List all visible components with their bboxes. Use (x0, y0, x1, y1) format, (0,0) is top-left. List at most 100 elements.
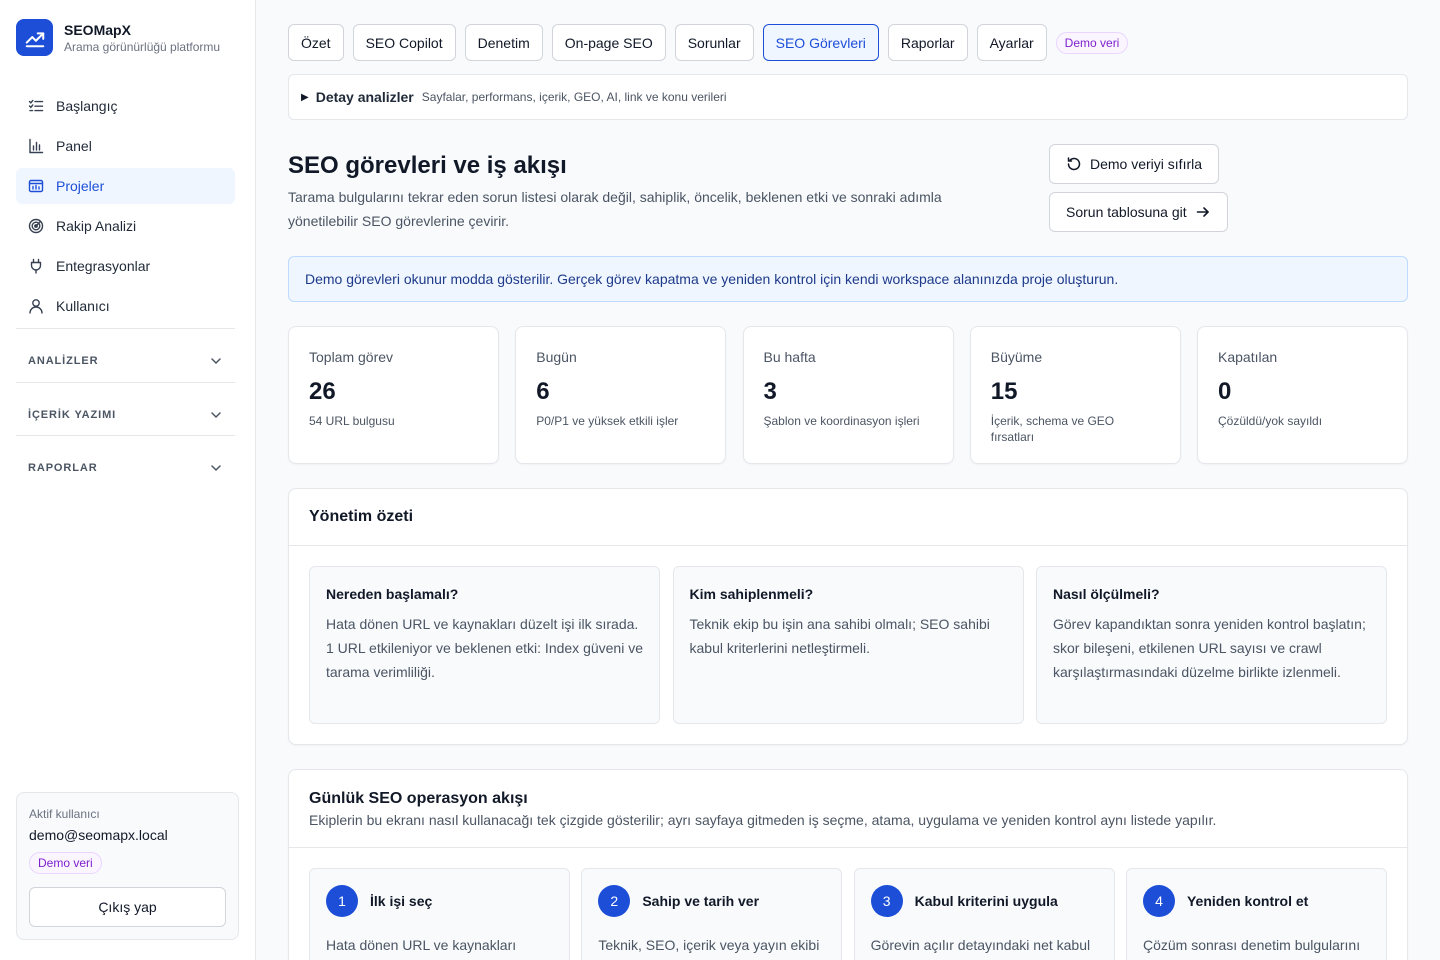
step-number: 2 (598, 885, 631, 917)
sidebar-section-raporlar[interactable]: RAPORLAR (16, 453, 235, 483)
summary-card: Nasıl ölçülmeli? Görev kapandıktan sonra… (1036, 566, 1387, 724)
sidebar-divider (16, 382, 235, 383)
demo-badge: Demo veri (1055, 31, 1129, 54)
tab-denetim[interactable]: Denetim (464, 24, 543, 61)
stat-subtitle: İçerik, schema ve GEO fırsatları (990, 414, 1115, 444)
tab-ayarlar[interactable]: Ayarlar (976, 24, 1047, 61)
stat-card: Bugün 6 P0/P1 ve yüksek etkili işler (515, 326, 727, 464)
sidebar-item-label: Projeler (56, 178, 105, 194)
summary-card-title: Nasıl ölçülmeli? (1053, 586, 1160, 602)
stat-value: 15 (990, 378, 1018, 405)
stat-label: Toplam görev (309, 349, 394, 365)
details-title: Detay analizler (315, 89, 414, 105)
stat-label: Kapatılan (1218, 349, 1278, 365)
radar-icon (28, 218, 44, 234)
sidebar-item-kullanici[interactable]: Kullanıcı (16, 288, 235, 324)
step-number: 1 (326, 885, 358, 917)
step-title: Kabul kriterini uygula (914, 893, 1058, 909)
reset-demo-button[interactable]: Demo veriyi sıfırla (1049, 144, 1220, 184)
stat-value: 0 (1218, 378, 1232, 405)
panel-subtitle: Ekiplerin bu ekranı nasıl kullanacağı te… (309, 812, 1217, 828)
go-to-issues-label: Sorun tablosuna git (1066, 204, 1187, 220)
user-label: Aktif kullanıcı (29, 807, 100, 821)
chevron-down-icon (211, 465, 221, 472)
stat-card: Büyüme 15 İçerik, schema ve GEO fırsatla… (969, 326, 1181, 464)
step-title: Sahip ve tarih ver (642, 893, 760, 909)
arrow-right-icon (1196, 207, 1209, 217)
summary-card-text: Hata dönen URL ve kaynakları düzelt işi … (326, 616, 643, 680)
details-subtitle: Sayfalar, performans, içerik, GEO, AI, l… (421, 90, 727, 104)
sidebar-item-panel[interactable]: Panel (16, 128, 235, 164)
stat-subtitle: P0/P1 ve yüksek etkili işler (536, 414, 679, 428)
sidebar-item-projeler[interactable]: Projeler (16, 168, 235, 204)
user-card: Aktif kullanıcı demo@seomapx.local Demo … (16, 792, 239, 940)
summary-card-title: Kim sahiplenmeli? (689, 586, 814, 602)
flow-step-card: 1 İlk işi seç Hata dönen URL ve kaynakla… (309, 868, 570, 960)
step-number: 4 (1142, 885, 1175, 917)
management-summary-panel: Yönetim özeti Nereden başlamalı? Hata dö… (288, 488, 1408, 745)
stat-card: Kapatılan 0 Çözüldü/yok sayıldı (1197, 326, 1408, 464)
section-label: RAPORLAR (28, 462, 98, 474)
tab-raporlar[interactable]: Raporlar (887, 24, 968, 61)
sidebar: SEOMapX Arama görünürlüğü platformu Başl… (0, 0, 256, 960)
reset-demo-label: Demo veriyi sıfırla (1090, 156, 1203, 172)
sidebar-section-analizler[interactable]: ANALİZLER (16, 346, 235, 376)
main-content: Özet SEO Copilot Denetim On-page SEO Sor… (256, 0, 1440, 960)
demo-badge: Demo veri (29, 852, 102, 874)
panel-title: Yönetim özeti (289, 489, 1407, 546)
stat-subtitle: Şablon ve koordinasyon işleri (763, 414, 920, 428)
brand-name: SEOMapX (64, 21, 131, 38)
section-label: İÇERİK YAZIMI (28, 409, 117, 421)
stat-card: Bu hafta 3 Şablon ve koordinasyon işleri (742, 326, 954, 464)
checklist-icon (28, 98, 44, 114)
user-email: demo@seomapx.local (29, 827, 168, 843)
step-title: İlk işi seç (370, 893, 433, 909)
tab-on-page-seo[interactable]: On-page SEO (551, 24, 666, 61)
summary-card: Kim sahiplenmeli? Teknik ekip bu işin an… (672, 566, 1024, 724)
sidebar-item-label: Rakip Analizi (56, 218, 137, 234)
stat-label: Bugün (536, 349, 577, 365)
sidebar-item-baslangic[interactable]: Başlangıç (16, 88, 235, 124)
stat-card: Toplam görev 26 54 URL bulgusu (288, 326, 499, 464)
brand[interactable]: SEOMapX Arama görünürlüğü platformu (16, 19, 220, 56)
daily-flow-panel: Günlük SEO operasyon akışı Ekiplerin bu … (288, 769, 1408, 960)
sidebar-item-rakip-analizi[interactable]: Rakip Analizi (16, 208, 235, 244)
chevron-down-icon (211, 358, 221, 365)
demo-notice: Demo görevleri okunur modda gösterilir. … (288, 256, 1408, 302)
folder-chart-icon (28, 178, 44, 194)
tab-bar: Özet SEO Copilot Denetim On-page SEO Sor… (288, 24, 1129, 61)
logout-button[interactable]: Çıkış yap (29, 887, 226, 927)
stats-row: Toplam görev 26 54 URL bulgusu Bugün 6 P… (288, 326, 1408, 464)
summary-card-text: Görev kapandıktan sonra yeniden kontrol … (1053, 616, 1366, 680)
logo-icon (16, 19, 53, 56)
sidebar-item-label: Başlangıç (56, 98, 118, 114)
stat-label: Bu hafta (763, 349, 816, 365)
summary-card: Nereden başlamalı? Hata dönen URL ve kay… (309, 566, 660, 724)
flow-step-card: 2 Sahip ve tarih ver Teknik, SEO, içerik… (581, 868, 843, 960)
user-icon (28, 298, 44, 314)
tab-seo-copilot[interactable]: SEO Copilot (352, 24, 456, 61)
step-text: Görevin açılır detayındaki net kabul kri… (870, 937, 1091, 953)
details-disclosure[interactable]: ▶ Detay analizler Sayfalar, performans, … (288, 74, 1408, 120)
sidebar-divider (16, 328, 235, 329)
sidebar-section-icerik-yazimi[interactable]: İÇERİK YAZIMI (16, 400, 235, 430)
sidebar-divider (16, 435, 235, 436)
sidebar-item-entegrasyonlar[interactable]: Entegrasyonlar (16, 248, 235, 284)
bar-chart-icon (28, 138, 44, 154)
page-description: Tarama bulgularını tekrar eden sorun lis… (288, 189, 942, 229)
tab-ozet[interactable]: Özet (288, 24, 344, 61)
plug-icon (28, 258, 44, 274)
step-number: 3 (870, 885, 903, 917)
tab-seo-gorevleri[interactable]: SEO Görevleri (762, 24, 879, 61)
tab-sorunlar[interactable]: Sorunlar (674, 24, 754, 61)
go-to-issues-button[interactable]: Sorun tablosuna git (1049, 192, 1228, 232)
step-text: Çözüm sonrası denetim bulgularını yenide… (1142, 937, 1361, 953)
stat-value: 26 (309, 378, 336, 405)
step-text: Hata dönen URL ve kaynakları düzelt işin… (326, 937, 517, 953)
sidebar-item-label: Entegrasyonlar (56, 258, 151, 274)
refresh-icon (1067, 157, 1081, 171)
brand-subtitle: Arama görünürlüğü platformu (64, 39, 221, 54)
page-title: SEO görevleri ve iş akışı (288, 152, 567, 179)
stat-value: 3 (763, 378, 777, 405)
step-text: Teknik, SEO, içerik veya yayın ekibi bel… (598, 937, 820, 953)
